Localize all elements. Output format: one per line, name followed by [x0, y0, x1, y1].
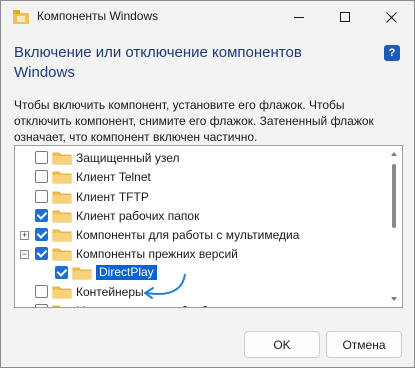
folder-icon	[52, 152, 72, 165]
tree-item[interactable]: − Компоненты прежних версий	[15, 245, 387, 264]
feature-checkbox[interactable]	[35, 304, 48, 307]
feature-checkbox[interactable]	[35, 247, 48, 260]
maximize-button[interactable]	[322, 1, 368, 33]
feature-checkbox[interactable]	[35, 170, 48, 183]
folder-icon	[52, 248, 72, 261]
close-button[interactable]	[368, 1, 414, 33]
scroll-up-icon[interactable]	[391, 152, 397, 156]
tree-item-label: Компоненты для работы с мультимедиа	[76, 228, 300, 242]
expand-icon[interactable]: +	[20, 231, 29, 240]
tree-item[interactable]: + Компоненты для работы с мультимедиа	[15, 226, 387, 245]
minimize-button[interactable]	[276, 1, 322, 33]
close-icon	[385, 11, 397, 23]
tree-item-label: Клиент Telnet	[76, 170, 151, 184]
page-title: Включение или отключение компонентов Win…	[14, 44, 302, 81]
tree-item[interactable]: DirectPlay	[15, 264, 387, 283]
folder-icon	[52, 171, 72, 184]
tree-item-label: Мост для центра обработки данных	[76, 304, 276, 307]
feature-checkbox[interactable]	[35, 151, 48, 164]
tree-item-label: Компоненты прежних версий	[76, 247, 238, 261]
maximize-icon	[340, 12, 350, 22]
window-title: Компоненты Windows	[37, 9, 159, 23]
folder-icon	[72, 267, 92, 280]
feature-checkbox[interactable]	[55, 266, 68, 279]
tree-item[interactable]: Клиент рабочих папок	[15, 207, 387, 226]
title-bar[interactable]: Компоненты Windows	[1, 1, 414, 33]
features-tree[interactable]: Защищенный узел Клиент Telnet Клиент TFTP К…	[14, 145, 403, 308]
annotation-arrow-icon	[144, 273, 186, 299]
windows-features-icon	[13, 10, 29, 24]
tree-item-label: Контейнеры	[76, 285, 144, 299]
scroll-thumb[interactable]	[392, 164, 396, 228]
tree-item-label: Защищенный узел	[76, 151, 180, 165]
minimize-icon	[294, 16, 304, 18]
folder-icon	[52, 210, 72, 223]
feature-checkbox[interactable]	[35, 209, 48, 222]
folder-icon	[52, 305, 61, 307]
feature-checkbox[interactable]	[35, 285, 48, 298]
cancel-button[interactable]: Отмена	[326, 331, 402, 358]
feature-checkbox[interactable]	[35, 190, 48, 203]
tree-item[interactable]: Клиент Telnet	[15, 168, 387, 187]
windows-features-dialog: Компоненты Windows Включение или отключе…	[0, 0, 415, 368]
folder-icon	[52, 191, 72, 204]
tree-item[interactable]: Защищенный узел	[15, 149, 387, 168]
instructions-text: Чтобы включить компонент, установите его…	[14, 98, 374, 144]
tree-item-label: Клиент TFTP	[76, 190, 149, 204]
folder-icon	[52, 286, 72, 299]
tree-item[interactable]: Клиент TFTP	[15, 188, 387, 207]
tree-item-label: Клиент рабочих папок	[76, 209, 200, 223]
tree-item[interactable]: Мост для центра обработки данных	[15, 302, 387, 307]
feature-checkbox[interactable]	[35, 228, 48, 241]
help-icon[interactable]: ?	[384, 45, 400, 61]
folder-icon	[52, 229, 72, 242]
collapse-icon[interactable]: −	[20, 250, 29, 259]
vertical-scrollbar[interactable]	[387, 146, 402, 307]
tree-item[interactable]: Контейнеры	[15, 283, 387, 302]
ok-button[interactable]: OK	[244, 331, 320, 358]
scroll-down-icon[interactable]	[391, 297, 397, 301]
